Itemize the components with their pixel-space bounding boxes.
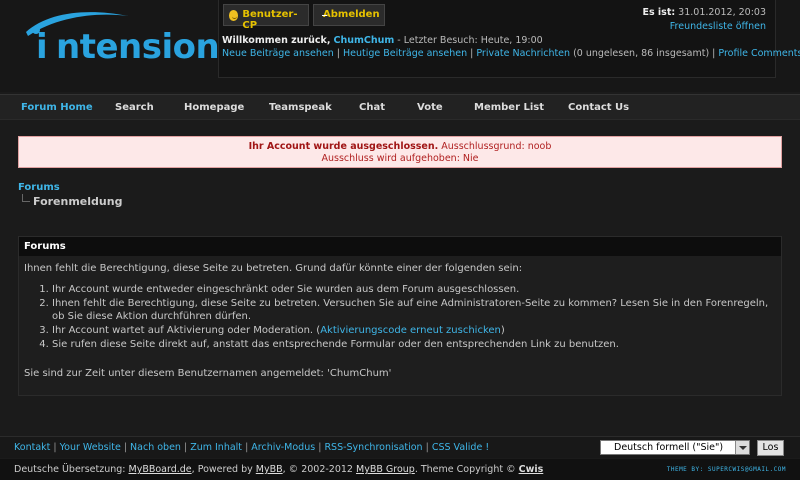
last-visit: - Letzter Besuch: Heute, 19:00: [394, 35, 543, 46]
tree-connector-icon: [22, 194, 30, 202]
footer-link-website[interactable]: Your Website: [60, 442, 121, 453]
nav-vote[interactable]: Vote: [417, 102, 443, 113]
translation-prefix: Deutsche Übersetzung:: [14, 464, 129, 475]
date-label: Es ist:: [642, 7, 676, 18]
ban-title: Ihr Account wurde ausgeschlossen.: [248, 141, 439, 152]
footer-link-top[interactable]: Nach oben: [130, 442, 181, 453]
footer-link-archive[interactable]: Archiv-Modus: [251, 442, 315, 453]
welcome-line: Willkommen zurück, ChumChum - Letzter Be…: [222, 35, 543, 46]
language-value: Deutsch formell ("Sie"): [614, 442, 724, 453]
footer-link-content[interactable]: Zum Inhalt: [190, 442, 242, 453]
breadcrumb: Forums Forenmeldung: [18, 182, 122, 208]
list-item: Ihnen fehlt die Berechtigung, diese Seit…: [52, 297, 776, 323]
ban-error-box: Ihr Account wurde ausgeschlossen. Aussch…: [18, 136, 782, 168]
theme-author-link[interactable]: Cwis: [519, 464, 544, 475]
footer-link-rss[interactable]: RSS-Synchronisation: [324, 442, 422, 453]
user-panel: Benutzer-CP Abmelden Willkommen zurück, …: [218, 0, 800, 78]
logout-label: Abmelden: [323, 9, 380, 20]
chevron-down-icon[interactable]: [735, 441, 749, 454]
message-box: Forums Ihnen fehlt die Berechtigung, die…: [18, 236, 782, 396]
intro-text: Ihnen fehlt die Berechtigung, diese Seit…: [24, 263, 523, 274]
new-posts-link[interactable]: Neue Beiträge ansehen: [222, 48, 334, 59]
copyright-text: Deutsche Übersetzung: MyBBoard.de, Power…: [14, 464, 543, 475]
friends-list-link[interactable]: Freundesliste öffnen: [642, 21, 766, 32]
nav-member-list[interactable]: Member List: [474, 102, 544, 113]
logout-button[interactable]: Abmelden: [313, 4, 385, 26]
powered-prefix: , Powered by: [191, 464, 256, 475]
breadcrumb-forums-link[interactable]: Forums: [18, 182, 60, 193]
theme-prefix: . Theme Copyright ©: [414, 464, 519, 475]
nav-homepage[interactable]: Homepage: [184, 102, 244, 113]
ban-lifted: Ausschluss wird aufgehoben: Nie: [321, 153, 479, 164]
date-value: 31.01.2012, 20:03: [675, 7, 766, 18]
message-box-body: Ihnen fehlt die Berechtigung, diese Seit…: [19, 256, 781, 386]
logo-text: ntension: [56, 27, 220, 67]
message-box-title: Forums: [19, 237, 781, 256]
profile-comments-link[interactable]: Profile Comments: [718, 48, 800, 59]
welcome-prefix: Willkommen zurück,: [222, 35, 331, 46]
username-link[interactable]: ChumChum: [333, 35, 394, 46]
private-messages-link[interactable]: Private Nachrichten: [476, 48, 570, 59]
header: i ntension Benutzer-CP Abmelden Willkomm…: [0, 0, 800, 92]
list-item-text: Ihr Account wartet auf Aktivierung oder …: [52, 325, 321, 336]
paren-close: ): [500, 325, 505, 336]
list-item: Ihr Account wurde entweder eingeschränkt…: [52, 283, 776, 296]
mybb-link[interactable]: MyBB: [256, 464, 283, 475]
nav-search[interactable]: Search: [115, 102, 154, 113]
mybb-group-link[interactable]: MyBB Group: [356, 464, 415, 475]
logged-in-as: Sie sind zur Zeit unter diesem Benutzern…: [24, 368, 392, 379]
resend-activation-link[interactable]: Aktivierungscode erneut zuschicken: [320, 325, 501, 336]
footer-link-css[interactable]: CSS Valide !: [432, 442, 489, 453]
theme-by-credit: THEME BY: SUPERCWIS@GMAIL.COM: [666, 466, 786, 473]
user-links: Neue Beiträge ansehen | Heutige Beiträge…: [222, 48, 800, 59]
language-go-button[interactable]: Los: [757, 440, 784, 456]
nav-chat[interactable]: Chat: [359, 102, 385, 113]
user-cp-label: Benutzer-CP: [242, 9, 298, 31]
smiley-icon: [229, 10, 239, 21]
language-select[interactable]: Deutsch formell ("Sie"): [600, 440, 750, 455]
main-nav: Forum Home Search Homepage Teamspeak Cha…: [0, 94, 800, 120]
copyright-bar: Deutsche Übersetzung: MyBBoard.de, Power…: [0, 459, 800, 480]
nav-forum-home[interactable]: Forum Home: [21, 102, 93, 113]
site-logo[interactable]: i ntension: [18, 10, 220, 74]
breadcrumb-current: Forenmeldung: [33, 195, 123, 208]
footer-link-contact[interactable]: Kontakt: [14, 442, 50, 453]
footer-links: Kontakt | Your Website | Nach oben | Zum…: [14, 442, 490, 453]
todays-posts-link[interactable]: Heutige Beiträge ansehen: [343, 48, 467, 59]
list-item: Sie rufen diese Seite direkt auf, anstat…: [52, 338, 776, 351]
list-item: Ihr Account wartet auf Aktivierung oder …: [52, 324, 776, 337]
copyright-mid: , © 2002-2012: [282, 464, 357, 475]
reason-list: Ihr Account wurde entweder eingeschränkt…: [52, 283, 776, 351]
mybboard-link[interactable]: MyBBoard.de: [129, 464, 192, 475]
nav-teamspeak[interactable]: Teamspeak: [269, 102, 332, 113]
date-box: Es ist: 31.01.2012, 20:03 Freundesliste …: [642, 7, 766, 32]
nav-contact-us[interactable]: Contact Us: [568, 102, 629, 113]
footer: Kontakt | Your Website | Nach oben | Zum…: [0, 436, 800, 458]
user-cp-button[interactable]: Benutzer-CP: [223, 4, 309, 31]
pm-info: (0 ungelesen, 86 insgesamt) |: [570, 48, 719, 59]
ban-reason: Ausschlussgrund: noob: [438, 141, 552, 152]
logo-letter: i: [36, 27, 48, 67]
page: i ntension Benutzer-CP Abmelden Willkomm…: [0, 0, 800, 480]
